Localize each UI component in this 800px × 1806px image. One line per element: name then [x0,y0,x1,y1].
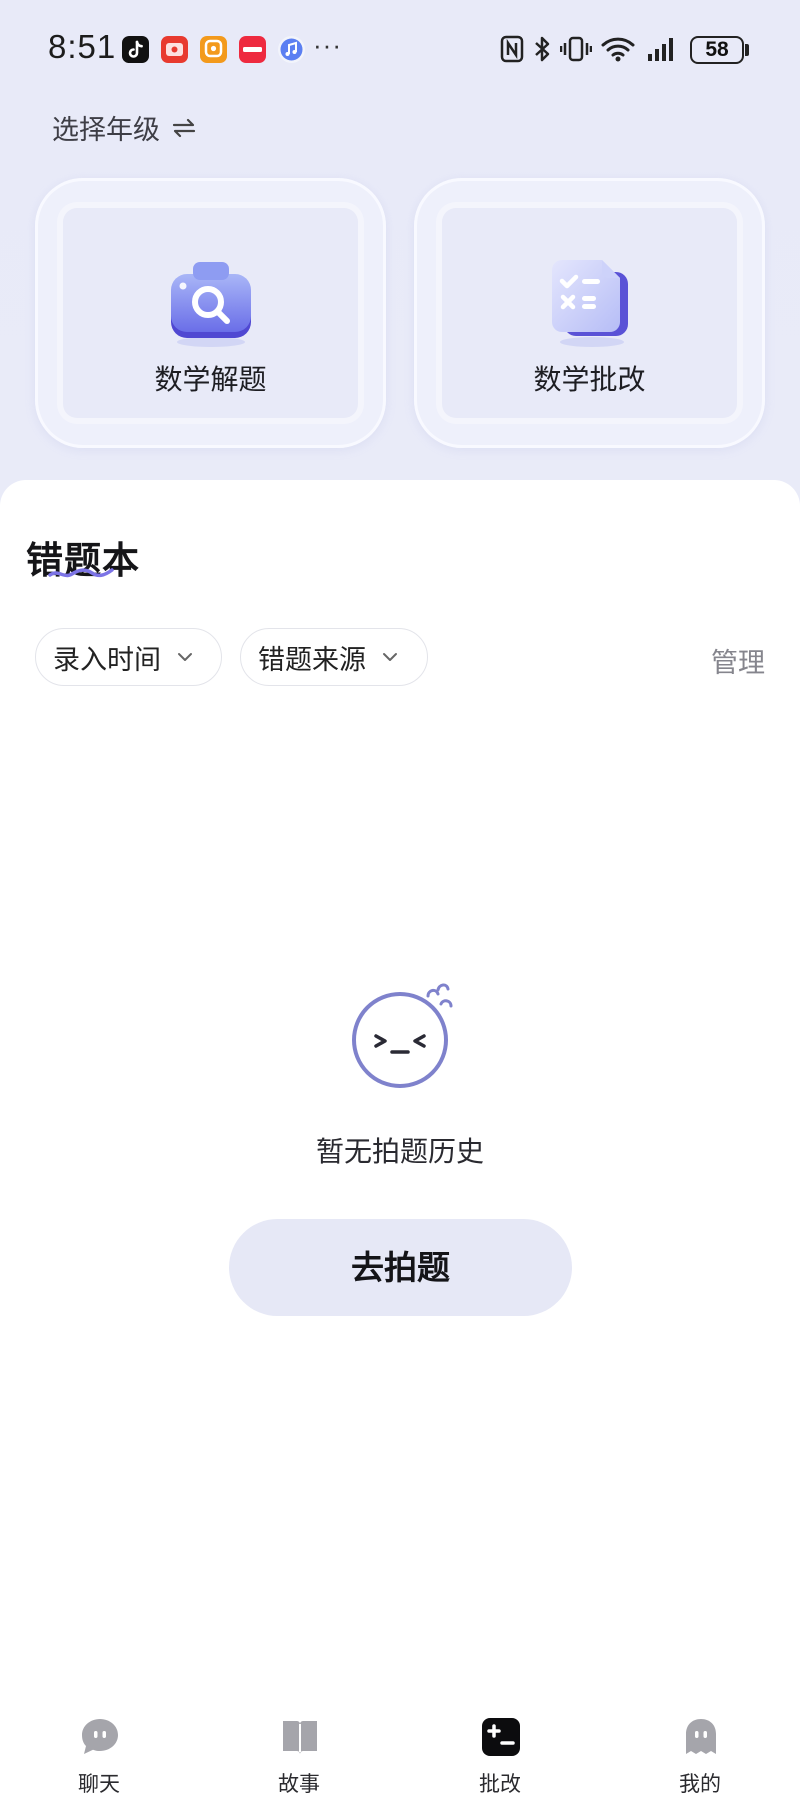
nfc-icon [500,34,524,69]
nav-item-grading[interactable]: 批改 [440,1716,560,1796]
math-grading-label: 数学批改 [533,364,646,395]
mistake-book-sheet: 错题本 录入时间 错题来源 管理 暂无拍题历史 去拍题 聊天 故事 批改 我的 [0,480,800,1806]
battery-icon [745,44,749,56]
sad-face-icon [352,983,453,1088]
signal-icon [646,34,678,69]
swap-arrows-icon [172,118,196,137]
more-notifications: ··· [313,30,342,60]
battery-level: 58 [690,36,744,64]
checklist-document-icon [551,260,628,347]
bluetooth-icon [532,34,552,69]
nav-label-story: 故事 [278,1773,320,1796]
take-photo-button[interactable]: 去拍题 [229,1219,572,1316]
math-grading-card[interactable]: 数学批改 [414,178,765,448]
vibrate-icon [559,34,593,69]
nav-item-mine[interactable]: 我的 [640,1716,760,1796]
math-solve-card[interactable]: 数学解题 [35,178,386,448]
xiaohongshu-icon [239,36,266,63]
chat-bubble-icon [82,1719,118,1754]
grade-selector-label: 选择年级 [52,115,160,145]
manage-button[interactable]: 管理 [711,641,765,680]
filter-mistake-source-label: 错题来源 [258,644,366,675]
status-time: 8:51 [48,28,117,65]
grade-selector[interactable]: 选择年级 [52,108,196,147]
book-icon [283,1721,317,1754]
nav-item-chat[interactable]: 聊天 [39,1716,159,1796]
tiktok-icon [122,36,149,63]
nav-item-story[interactable]: 故事 [239,1716,359,1796]
calculator-icon [482,1718,520,1756]
filter-entry-time[interactable]: 录入时间 [35,628,222,686]
music-icon [278,36,305,63]
title-underline-decoration [48,568,114,578]
filter-mistake-source[interactable]: 错题来源 [240,628,428,686]
nav-label-mine: 我的 [679,1773,721,1796]
nav-label-chat: 聊天 [78,1773,120,1796]
nav-label-grading: 批改 [479,1773,521,1796]
math-solve-label: 数学解题 [154,364,267,395]
empty-state-text: 暂无拍题历史 [315,1136,484,1167]
camera-search-icon [170,262,251,347]
ghost-avatar-icon [686,1719,716,1754]
chevron-down-icon [383,653,397,661]
red-app-icon [161,36,188,63]
chevron-down-icon [178,653,192,661]
orange-app-icon [200,36,227,63]
wifi-icon [601,34,635,69]
filter-entry-time-label: 录入时间 [53,644,161,675]
